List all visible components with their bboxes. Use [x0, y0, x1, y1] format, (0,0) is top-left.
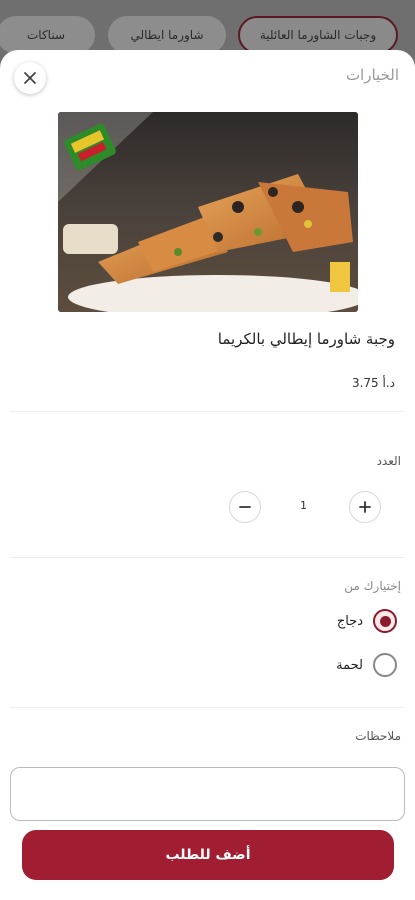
notes-input[interactable] [10, 767, 405, 821]
quantity-value: 1 [300, 499, 307, 512]
product-name: وجبة شاورما إيطالي بالكريما [217, 330, 395, 348]
product-image [58, 112, 358, 312]
close-button[interactable] [14, 62, 46, 94]
options-sheet: الخيارات وجبة شاورما إيطالي بالكريما 3.7… [0, 50, 415, 900]
category-chip-label: سناكات [27, 28, 65, 42]
plus-icon [359, 501, 371, 513]
divider [10, 707, 405, 708]
divider [10, 557, 405, 558]
category-chip-snacks[interactable]: سناكات [0, 16, 95, 54]
category-chip-label: وجبات الشاورما العائلية [259, 28, 377, 42]
option-chicken[interactable]: دجاج [337, 608, 397, 634]
category-chip-label: شاورما ايطالي [130, 28, 204, 42]
quantity-decrease-button[interactable] [229, 491, 261, 523]
close-icon [24, 72, 36, 84]
product-photo [58, 112, 358, 312]
add-to-order-button[interactable]: أضف للطلب [22, 830, 394, 880]
radio-selected-icon[interactable] [373, 609, 397, 633]
sheet-title: الخيارات [345, 66, 399, 84]
option-meat[interactable]: لحمة [336, 652, 397, 678]
category-chip-italian-shawarma[interactable]: شاورما ايطالي [108, 16, 226, 54]
notes-label: ملاحظات [355, 729, 401, 743]
options-label: إختيارك من [344, 579, 401, 593]
quantity-increase-button[interactable] [349, 491, 381, 523]
option-label: لحمة [336, 657, 363, 673]
product-price: 3.75 د.أ [351, 376, 395, 390]
category-chip-family-shawarma[interactable]: وجبات الشاورما العائلية [238, 16, 398, 54]
quantity-label: العدد [376, 454, 401, 468]
minus-icon [239, 506, 251, 508]
radio-unselected-icon[interactable] [373, 653, 397, 677]
divider [10, 411, 405, 412]
option-label: دجاج [336, 613, 363, 629]
sheet-header: الخيارات [0, 50, 415, 106]
